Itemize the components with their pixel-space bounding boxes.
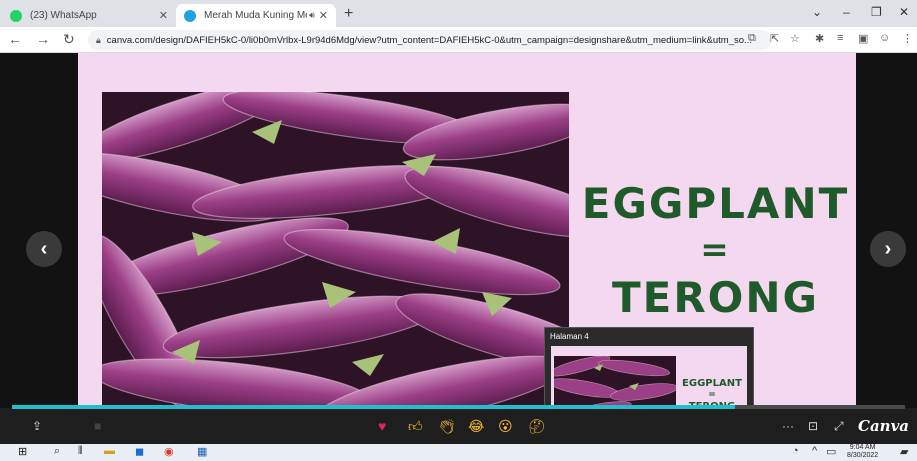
preview-heading-line2: = bbox=[708, 390, 716, 400]
search-icon[interactable]: ⌕ bbox=[54, 445, 60, 458]
slide-heading-line3: TERONG bbox=[611, 273, 819, 322]
clock-date: 8/30/2022 bbox=[847, 452, 879, 459]
share-icon[interactable]: ⇱ bbox=[770, 32, 779, 45]
canva-icon bbox=[184, 9, 196, 22]
lock-icon: 🔒︎ bbox=[96, 34, 101, 45]
mail-icon[interactable]: ◼ bbox=[135, 445, 144, 458]
extensions-icon[interactable]: ✱ bbox=[815, 32, 824, 45]
tray-up-icon[interactable]: ^ bbox=[812, 445, 817, 457]
close-window-button[interactable]: ✕ bbox=[899, 5, 909, 19]
close-icon[interactable]: ✕ bbox=[319, 9, 328, 22]
notification-icon[interactable]: ▰ bbox=[900, 445, 908, 458]
surprised-icon[interactable]: 😮︎ bbox=[498, 418, 513, 435]
word-icon[interactable]: ▦ bbox=[197, 445, 207, 458]
task-view-icon[interactable]: ⫴ bbox=[78, 445, 83, 458]
close-icon[interactable]: ✕ bbox=[159, 9, 168, 22]
tab-title: (23) WhatsApp bbox=[30, 10, 97, 21]
chevron-right-icon: › bbox=[884, 237, 892, 260]
install-icon[interactable]: ⧉ bbox=[748, 32, 756, 45]
address-bar[interactable]: 🔒︎ canva.com/design/DAFIEH5kC-0/li0b0mVr… bbox=[88, 30, 771, 50]
player-controls: ⇪ ■ ♥ 👍︎ 👏︎ 😂︎ 😮︎ 🤔︎ ··· ⊡ ⤢ Canva bbox=[0, 409, 917, 444]
thinking-icon[interactable]: 🤔︎ bbox=[528, 418, 546, 435]
forward-button[interactable]: → bbox=[36, 31, 50, 47]
battery-icon[interactable]: ▭ bbox=[826, 445, 836, 458]
preview-page-label: Halaman 4 bbox=[550, 332, 589, 341]
bookmark-star-icon[interactable]: ☆ bbox=[790, 32, 800, 45]
presentation-viewer: EGGPLANT = TERONG ‹ › Halaman 4 EGGPLANT… bbox=[0, 53, 917, 451]
minimize-button[interactable]: – bbox=[843, 5, 850, 19]
chrome-icon[interactable]: ◉ bbox=[164, 445, 174, 458]
share-icon[interactable]: ⇪ bbox=[32, 419, 42, 433]
previous-slide-button[interactable]: ‹ bbox=[26, 231, 62, 267]
next-slide-button[interactable]: › bbox=[870, 231, 906, 267]
fullscreen-icon[interactable]: ⤢ bbox=[834, 419, 844, 434]
thumbs-up-icon[interactable]: 👍︎ bbox=[408, 418, 423, 435]
menu-icon[interactable]: ⋮ bbox=[902, 32, 913, 45]
slide-heading-line2: = bbox=[700, 230, 731, 270]
side-panel-icon[interactable]: ▣ bbox=[858, 32, 868, 45]
laugh-icon[interactable]: 😂︎ bbox=[468, 418, 484, 435]
browser-toolbar: ← → ↻ 🔒︎ canva.com/design/DAFIEH5kC-0/li… bbox=[0, 27, 917, 53]
url-text: canva.com/design/DAFIEH5kC-0/li0b0mVrlbx… bbox=[106, 34, 752, 46]
network-icon[interactable]: ◔ bbox=[792, 445, 799, 457]
chevron-left-icon: ‹ bbox=[40, 237, 48, 260]
profile-avatar[interactable]: ☺ bbox=[879, 32, 890, 44]
system-clock[interactable]: 9:04 AM 8/30/2022 bbox=[847, 444, 878, 460]
restore-button[interactable]: ❐ bbox=[871, 5, 882, 19]
browser-tab-strip: (23) WhatsApp ✕ Merah Muda Kuning Merah … bbox=[0, 0, 917, 27]
slide-heading-line1: EGGPLANT bbox=[581, 179, 850, 228]
windows-taskbar: ⊞ ⌕ ⫴ ▬ ◼ ◉ ▦ ◔ ^ ▭ 9:04 AM 8/30/2022 ▰ bbox=[0, 444, 917, 461]
whatsapp-icon bbox=[10, 9, 22, 22]
thumbnail-strip-icon[interactable]: ■ bbox=[94, 419, 101, 433]
tab-search-icon[interactable]: ⌄ bbox=[812, 5, 822, 19]
heart-icon[interactable]: ♥ bbox=[378, 418, 386, 434]
new-tab-button[interactable]: + bbox=[344, 5, 353, 23]
speaker-icon[interactable]: 🔊︎ bbox=[309, 10, 315, 21]
preview-heading-line1: EGGPLANT bbox=[682, 378, 742, 389]
windows-start-icon[interactable]: ⊞ bbox=[18, 445, 27, 458]
more-options-icon[interactable]: ··· bbox=[782, 419, 794, 433]
reading-list-icon[interactable]: ≡ bbox=[837, 32, 843, 44]
tab-canva[interactable]: Merah Muda Kuning Merah 🔊︎ ✕ bbox=[176, 4, 336, 27]
tab-whatsapp[interactable]: (23) WhatsApp ✕ bbox=[2, 4, 176, 27]
reload-button[interactable]: ↻ bbox=[63, 31, 75, 48]
file-explorer-icon[interactable]: ▬ bbox=[104, 445, 115, 457]
back-button[interactable]: ← bbox=[8, 31, 22, 47]
screen: (23) WhatsApp ✕ Merah Muda Kuning Merah … bbox=[0, 0, 917, 461]
canva-logo: Canva bbox=[858, 417, 909, 435]
clap-icon[interactable]: 👏︎ bbox=[438, 418, 456, 435]
clock-time: 9:04 AM bbox=[849, 444, 876, 451]
eggplant-photo bbox=[102, 92, 569, 408]
notes-icon[interactable]: ⊡ bbox=[808, 419, 818, 433]
tab-title: Merah Muda Kuning Merah bbox=[204, 10, 307, 21]
